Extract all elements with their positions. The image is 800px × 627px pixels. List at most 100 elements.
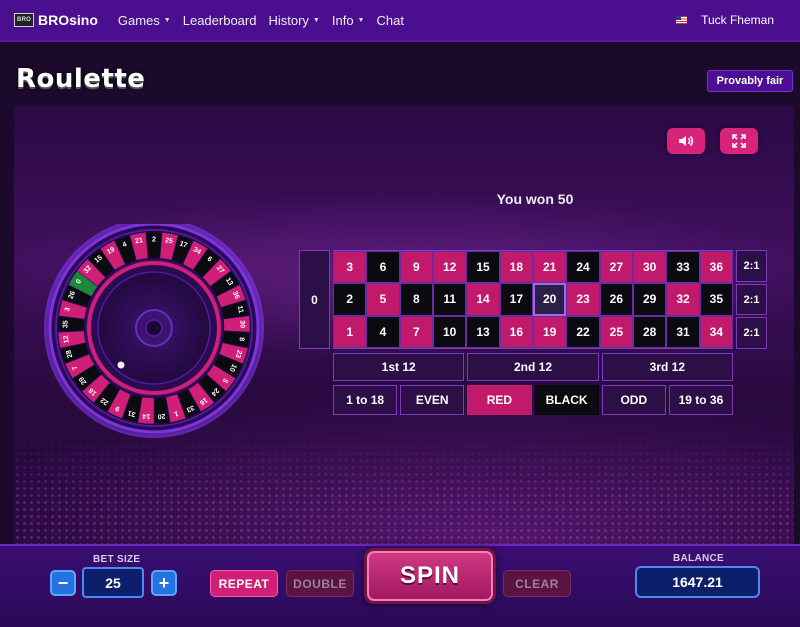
bet-number-10[interactable]: 10 [432, 315, 467, 348]
bet-1st-12[interactable]: 1st 12 [333, 353, 465, 381]
speaker-icon [679, 135, 694, 147]
spin-button[interactable]: SPIN [364, 548, 496, 604]
wheel-number-20: 20 [157, 412, 165, 420]
bet-number-12[interactable]: 12 [432, 251, 467, 284]
bet-number-15[interactable]: 15 [466, 251, 500, 284]
chevron-down-icon: ▼ [312, 16, 320, 24]
bet-odd[interactable]: ODD [601, 385, 666, 415]
background-dot-pattern [14, 436, 794, 544]
wheel-number-21: 21 [135, 237, 144, 245]
roulette-wheel: 03215194 21 2 25 173462713361130823105241633… [44, 224, 264, 438]
wheel-number-25: 25 [164, 237, 173, 245]
wheel-number-30: 30 [238, 320, 245, 328]
nav-info-label: Info [331, 12, 354, 28]
bet-number-2[interactable]: 2 [333, 283, 367, 316]
nav-item-chat[interactable]: Chat [376, 13, 403, 28]
bet-size-label: BET SIZE [93, 554, 141, 565]
user-menu[interactable]: Tuck Fheman [676, 13, 774, 27]
column-bets: 2:1 2:1 2:1 [736, 250, 767, 350]
result-message: You won 50 [496, 191, 574, 207]
bet-number-17[interactable]: 17 [499, 283, 533, 316]
provably-fair-button[interactable]: Provably fair [707, 70, 793, 92]
bet-number-31[interactable]: 31 [666, 315, 700, 348]
bet-number-25[interactable]: 25 [599, 315, 633, 348]
bet-number-1[interactable]: 1 [333, 315, 367, 348]
user-name: Tuck Fheman [701, 13, 774, 27]
bet-2nd-12[interactable]: 2nd 12 [467, 353, 599, 381]
wheel-number-14: 14 [142, 412, 150, 420]
bet-zero[interactable]: 0 [299, 250, 330, 349]
nav-games-label: Games [117, 12, 160, 28]
fullscreen-button[interactable] [720, 128, 758, 154]
repeat-button[interactable]: REPEAT [210, 570, 278, 597]
bet-number-16[interactable]: 16 [499, 315, 533, 348]
us-flag-icon [676, 16, 688, 24]
nav-item-info[interactable]: Info ▼ [332, 13, 365, 28]
column-bet-2[interactable]: 2:1 [736, 283, 767, 316]
bet-3rd-12[interactable]: 3rd 12 [601, 353, 733, 381]
bet-number-32[interactable]: 32 [666, 283, 700, 316]
bet-size-input[interactable]: 25 [82, 567, 144, 598]
logo-badge-icon: BRO [14, 13, 34, 27]
bet-number-14[interactable]: 14 [466, 283, 500, 316]
clear-button[interactable]: CLEAR [503, 570, 571, 597]
bet-number-26[interactable]: 26 [599, 283, 633, 316]
bet-number-4[interactable]: 4 [366, 315, 400, 348]
bet-19-to-36[interactable]: 19 to 36 [668, 385, 734, 415]
bet-number-30[interactable]: 30 [632, 251, 667, 284]
bet-number-22[interactable]: 22 [566, 315, 600, 348]
nav-item-leaderboard[interactable]: Leaderboard [183, 13, 257, 28]
bet-number-6[interactable]: 6 [366, 251, 400, 284]
bet-number-11[interactable]: 11 [432, 283, 467, 316]
outside-bets: 1 to 18 EVEN RED BLACK ODD 19 to 36 [333, 385, 734, 415]
balance-label: BALANCE [673, 553, 724, 564]
bet-number-29[interactable]: 29 [632, 283, 667, 316]
column-bet-3[interactable]: 2:1 [736, 317, 767, 350]
bet-number-36[interactable]: 36 [699, 251, 733, 284]
brand-logo[interactable]: BRO BROsino [14, 12, 98, 28]
bet-number-5[interactable]: 5 [366, 283, 400, 316]
increase-bet-button[interactable]: + [151, 570, 177, 596]
bet-1-to-18[interactable]: 1 to 18 [333, 385, 398, 415]
bet-number-7[interactable]: 7 [399, 315, 433, 348]
bet-number-28[interactable]: 28 [632, 315, 667, 348]
top-navbar: BRO BROsino Games ▼ Leaderboard History ▼ … [0, 0, 800, 42]
bet-even[interactable]: EVEN [400, 385, 465, 415]
sound-toggle-button[interactable] [667, 128, 705, 154]
bet-number-33[interactable]: 33 [666, 251, 700, 284]
wheel-number-35: 35 [62, 320, 69, 328]
expand-icon [732, 134, 746, 148]
bet-number-8[interactable]: 8 [399, 283, 433, 316]
wheel-number-12: 12 [63, 335, 71, 344]
nav-item-games[interactable]: Games ▼ [118, 13, 171, 28]
nav-item-history[interactable]: History ▼ [268, 13, 319, 28]
bet-number-23[interactable]: 23 [566, 283, 600, 316]
column-bet-1[interactable]: 2:1 [736, 250, 767, 282]
bet-number-21[interactable]: 21 [532, 251, 567, 284]
decrease-bet-button[interactable]: − [50, 570, 76, 596]
nav-history-label: History [268, 12, 309, 28]
number-grid: 3 6 9 12 15 18 21 24 27 30 33 36 2 5 8 11 14 17 20 23 26 29 32… [333, 250, 733, 349]
bet-number-19[interactable]: 19 [532, 315, 567, 348]
bet-number-24[interactable]: 24 [566, 251, 600, 284]
bet-number-27[interactable]: 27 [599, 251, 633, 284]
bet-number-34[interactable]: 34 [699, 315, 733, 348]
dozen-bets: 1st 12 2nd 12 3rd 12 [333, 353, 733, 381]
bet-number-3[interactable]: 3 [333, 251, 367, 284]
bet-black[interactable]: BLACK [534, 385, 599, 415]
bet-number-20[interactable]: 20 [532, 283, 567, 316]
roulette-ball [117, 361, 125, 369]
chevron-down-icon: ▼ [163, 16, 171, 24]
double-button[interactable]: DOUBLE [286, 570, 354, 597]
bet-red[interactable]: RED [467, 385, 532, 415]
bet-number-13[interactable]: 13 [466, 315, 500, 348]
wheel-number-2: 2 [152, 237, 156, 244]
bet-number-35[interactable]: 35 [699, 283, 733, 316]
page-title: Roulette [16, 64, 146, 94]
nav-chat-label: Chat [376, 12, 404, 28]
nav-leaderboard-label: Leaderboard [182, 12, 257, 28]
bet-number-9[interactable]: 9 [399, 251, 433, 284]
bet-number-18[interactable]: 18 [499, 251, 533, 284]
balance-display: 1647.21 [635, 566, 760, 598]
chevron-down-icon: ▼ [357, 16, 365, 24]
